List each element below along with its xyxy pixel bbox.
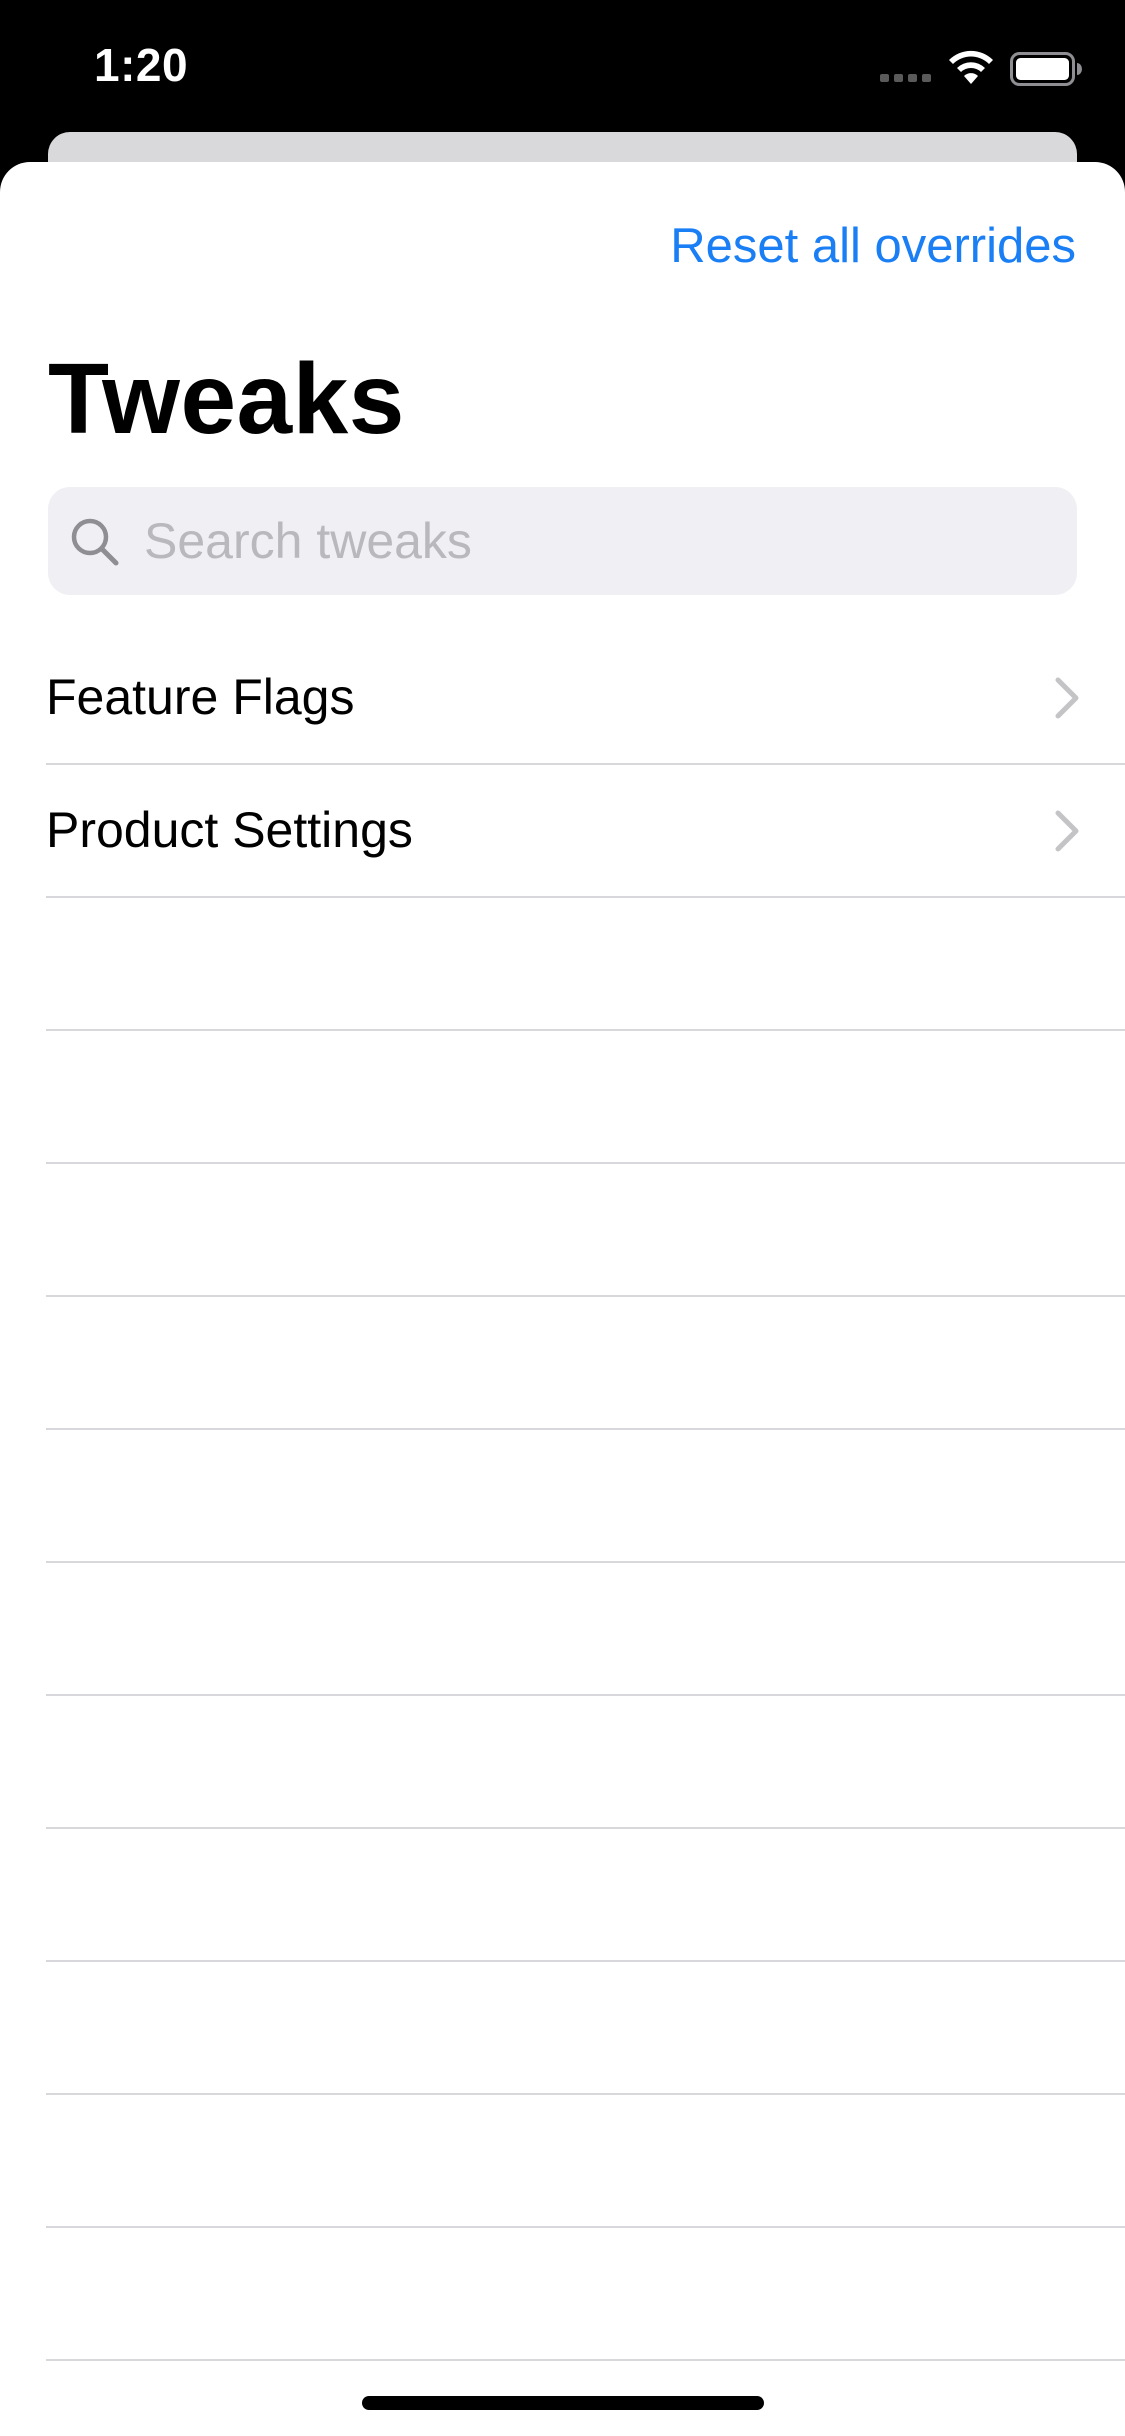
empty-row [0, 1829, 1125, 1962]
list-item-feature-flags[interactable]: Feature Flags [0, 632, 1125, 765]
chevron-right-icon [1055, 677, 1079, 719]
status-time: 1:20 [94, 39, 189, 91]
list-item-label: Product Settings [46, 802, 413, 858]
empty-row [0, 1430, 1125, 1563]
empty-row [0, 1164, 1125, 1297]
list-item-product-settings[interactable]: Product Settings [0, 765, 1125, 898]
search-input[interactable] [144, 487, 1044, 595]
empty-row [0, 1031, 1125, 1164]
reset-all-overrides-button[interactable]: Reset all overrides [670, 218, 1076, 274]
home-indicator[interactable] [362, 2396, 764, 2410]
empty-row [0, 1696, 1125, 1829]
empty-row [0, 1962, 1125, 2095]
empty-row [0, 2095, 1125, 2228]
search-icon [71, 518, 119, 566]
signal-icon [880, 74, 934, 84]
empty-row [0, 898, 1125, 1031]
search-bar[interactable] [48, 487, 1077, 595]
tweaks-list: Feature Flags Product Settings [0, 632, 1125, 2436]
page-title: Tweaks [48, 343, 405, 455]
empty-row [0, 1297, 1125, 1430]
empty-row [0, 1563, 1125, 1696]
list-item-label: Feature Flags [46, 669, 355, 725]
chevron-right-icon [1055, 810, 1079, 852]
status-bar: 1:20 [0, 0, 1125, 132]
battery-icon [1010, 52, 1082, 86]
empty-row [0, 2228, 1125, 2361]
app-screen: 1:20 Reset all overrides Tweaks Search t… [0, 0, 1125, 2436]
wifi-icon [949, 50, 993, 84]
tweaks-sheet: Reset all overrides Tweaks Feature Flags… [0, 162, 1125, 2436]
